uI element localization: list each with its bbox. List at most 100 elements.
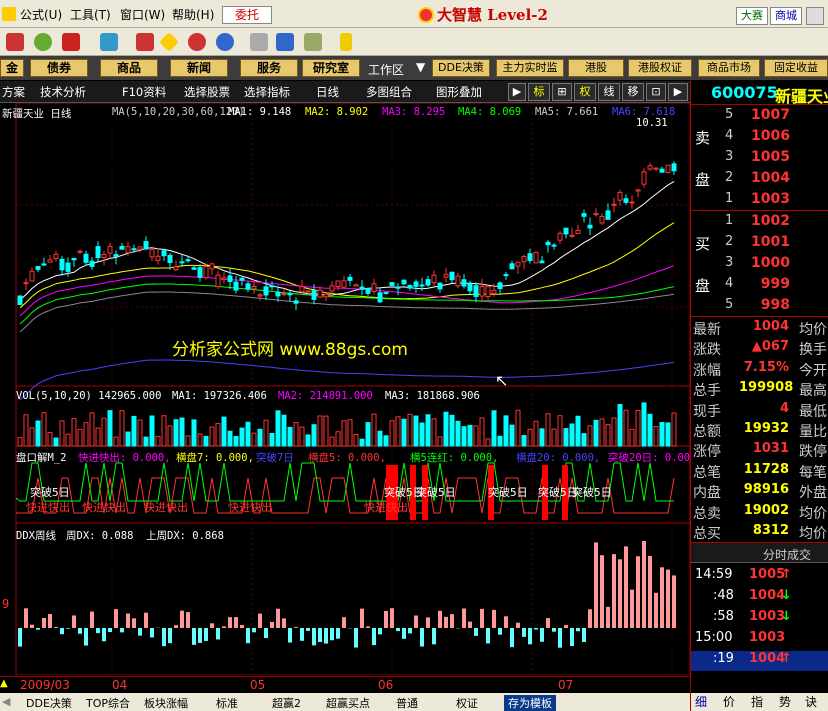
volume-bar [89,412,95,447]
move-icon[interactable]: 移 [622,83,644,101]
orderbook.buy-row[interactable]: 4 999 [691,276,828,296]
contest-button[interactable]: 大赛 [736,7,768,25]
tab-select-indicator[interactable]: 选择指标 [244,84,290,100]
ddx-last-week: 上周DX: 0.868 [146,530,224,542]
menu-window[interactable]: 窗口(W) [120,6,165,23]
order-level: 2 [725,234,734,249]
cmd-monitor-button[interactable]: 主力实时监 [496,59,564,77]
toolbar-icon-1[interactable] [6,33,24,51]
candle [551,244,557,247]
toolbar-icon-10[interactable] [276,33,294,51]
cmd-research-button[interactable]: 研究室 [302,59,360,77]
vol-value: 142965.000 [98,390,162,402]
volume-bar [209,426,215,447]
tab-scheme[interactable]: 方案 [2,84,25,100]
line-icon[interactable]: 线 [598,83,620,101]
window-control-icon[interactable] [806,7,824,25]
orderbook.buy-row[interactable]: 3 1000 [691,255,828,275]
ma-line [19,291,675,333]
orderbook.buy-row[interactable]: 1 1002 [691,213,828,233]
right-tab-price[interactable]: 价 [723,693,735,710]
ddx-bar [474,628,478,636]
bottom-tab-dde[interactable]: DDE决策 [26,695,72,711]
candle [323,293,329,298]
tick-arrow-icon: ↓ [781,588,792,603]
cmd-fixed-income-button[interactable]: 固定收益 [764,59,828,77]
bottom-tab-top[interactable]: TOP综合 [86,695,130,711]
cmd-service-button[interactable]: 服务 [240,59,298,77]
orderbook.buy-row[interactable]: 2 1001 [691,234,828,254]
orderbook.sell-row[interactable]: 5 1007 [691,107,828,127]
candle [485,286,491,297]
toolbar [0,28,828,56]
toolbar-icon-2[interactable] [34,33,52,51]
orderbook.sell-row[interactable]: 3 1005 [691,149,828,169]
tab-tech-analysis[interactable]: 技术分析 [40,84,86,100]
entrust-button[interactable]: 委托 [222,6,272,24]
toolbar-icon-9[interactable] [250,33,268,51]
bottom-tab-normal[interactable]: 普通 [396,695,418,711]
toolbar-icon-6[interactable] [159,32,179,52]
right-tab-detail[interactable]: 细 [695,693,707,710]
orderbook.sell-row[interactable]: 2 1004 [691,170,828,190]
toolbar-icon-7[interactable] [188,33,206,51]
orderbook.sell-row[interactable]: 4 1006 [691,128,828,148]
workspace-label[interactable]: 工作区 [368,61,404,78]
bottom-tab-save-template[interactable]: 存为模板 [504,695,556,711]
bottom-tab-warrant[interactable]: 权证 [456,695,478,711]
date-label: 06 [378,678,394,692]
mall-button[interactable]: 商城 [770,7,802,25]
menu-formula[interactable]: 公式(U) [20,6,62,23]
candle [653,167,659,170]
toolbar-icon-3[interactable] [62,33,80,51]
cmd-bond-button[interactable]: 债券 [30,59,88,77]
menu-help[interactable]: 帮助(H) [172,6,214,23]
bottom-tab-standard[interactable]: 标准 [216,695,238,711]
toolbar-icon-8[interactable] [216,33,234,51]
right-tab-tips[interactable]: 诀 [805,693,817,710]
right-tab-trend[interactable]: 势 [779,693,791,710]
tab-select-stock[interactable]: 选择股票 [184,84,230,100]
bottom-tab-sector[interactable]: 板块涨幅 [144,695,188,711]
chart-canvas[interactable] [0,103,690,675]
cmd-commodity-button[interactable]: 商品 [100,59,158,77]
play-icon[interactable]: ▶ [508,83,526,101]
tab-daily[interactable]: 日线 [316,84,339,100]
quote-label: 涨幅 [693,362,721,379]
toolbar-icon-11[interactable] [304,33,322,51]
bottom-tab-chaoying-buy[interactable]: 超赢买点 [326,695,370,711]
ddx-bar [324,628,328,644]
tab-multi-chart[interactable]: 多图组合 [366,84,412,100]
bottom-tab-scroll-icon[interactable]: ◀ [2,695,10,708]
help-cursor-icon[interactable] [340,33,352,51]
mark-button[interactable]: 标 [528,83,550,101]
toolbar-icon-5[interactable] [136,33,154,51]
cmd-gold-button[interactable]: 金 [0,59,24,77]
volume-bar [227,430,233,447]
rights-button[interactable]: 权 [574,83,596,101]
cmd-hk-button[interactable]: 港股 [568,59,624,77]
workspace-dropdown-icon[interactable]: ▼ [416,60,425,74]
panjie-item-2: 突破7日 [256,452,294,464]
quote-right-label: 换手 [799,342,827,359]
quote-row: 总手 199908 最高 [691,380,828,400]
cmd-commodity-market-button[interactable]: 商品市场 [698,59,760,77]
menu-tools[interactable]: 工具(T) [70,6,111,23]
orderbook.sell-row[interactable]: 1 1003 [691,191,828,211]
ddx-bar [150,628,154,638]
cmd-news-button[interactable]: 新闻 [170,59,228,77]
chart-area[interactable]: 新疆天业 日线 MA(5,10,20,30,60,120) MA1: 9.148… [0,103,696,675]
next-icon[interactable]: ▶ [668,83,688,101]
orderbook.buy-row[interactable]: 5 998 [691,297,828,317]
quote-right-label: 均价 [799,322,827,338]
right-tab-index[interactable]: 指 [751,693,763,710]
grid-icon[interactable]: ⊞ [552,83,572,101]
panel-icon[interactable]: ⊡ [646,83,666,101]
tab-f10[interactable]: F10资料 [122,84,166,100]
toolbar-icon-4[interactable] [100,33,118,51]
cmd-hk-warrant-button[interactable]: 港股权证 [628,59,692,77]
tab-overlay[interactable]: 图形叠加 [436,84,482,100]
cmd-dde-button[interactable]: DDE决策 [432,59,490,77]
candle [617,191,623,201]
bottom-tab-chaoying2[interactable]: 超赢2 [272,695,301,711]
